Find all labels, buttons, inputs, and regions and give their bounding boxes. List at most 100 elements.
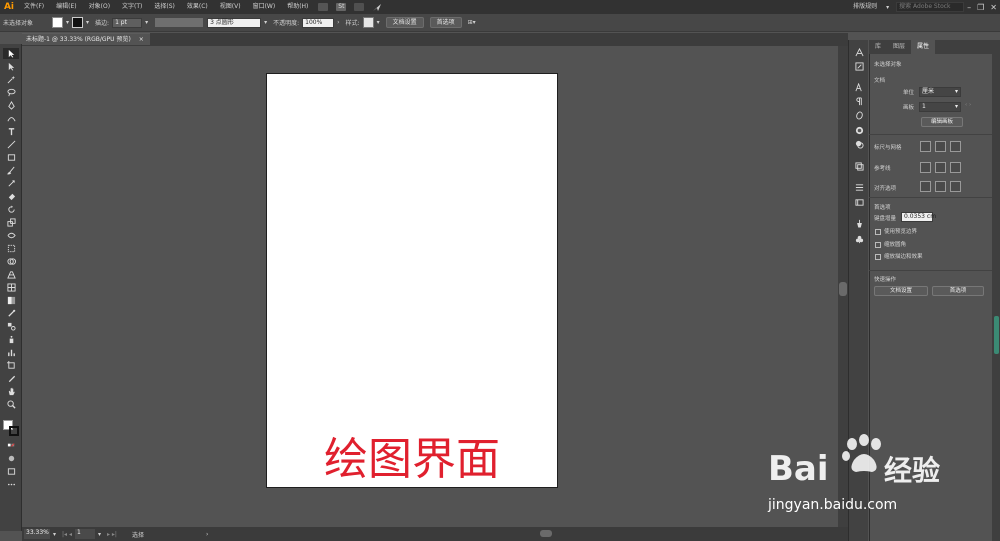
tab-libraries[interactable]: 库 <box>869 40 887 54</box>
hand-tool-icon[interactable] <box>3 386 19 397</box>
document-setup-button[interactable]: 文档设置 <box>385 17 424 28</box>
lock-guides-icon[interactable] <box>935 162 946 173</box>
chevron-right-icon[interactable]: › <box>206 531 208 538</box>
close-icon[interactable]: × <box>139 36 144 43</box>
preferences-button[interactable]: 首选项 <box>429 17 462 28</box>
menu-view[interactable]: 视图(V) <box>214 0 247 14</box>
chevron-down-icon[interactable]: ▾ <box>145 19 148 26</box>
eraser-tool-icon[interactable] <box>3 191 19 202</box>
checkbox-icon[interactable] <box>875 253 881 260</box>
selection-tool-icon[interactable] <box>3 48 19 59</box>
side-handle[interactable] <box>994 316 999 354</box>
artboard-nav-arrows[interactable]: ‹ › <box>965 102 971 108</box>
smart-guides-icon[interactable] <box>950 162 961 173</box>
slice-tool-icon[interactable] <box>3 373 19 384</box>
paintbrush-tool-icon[interactable] <box>3 165 19 176</box>
stock-search-input[interactable]: 搜索 Adobe Stock <box>896 2 965 12</box>
draw-mode-icon[interactable] <box>3 453 19 464</box>
direct-selection-tool-icon[interactable] <box>3 61 19 72</box>
symbols-icon[interactable] <box>853 233 865 245</box>
zoom-tool-icon[interactable] <box>3 399 19 410</box>
show-guides-icon[interactable] <box>920 162 931 173</box>
curvature-tool-icon[interactable] <box>3 113 19 124</box>
gpu-performance-icon[interactable] <box>372 3 382 12</box>
type-tool-icon[interactable] <box>3 126 19 137</box>
variable-width-profile[interactable] <box>155 18 204 27</box>
menu-file[interactable]: 文件(F) <box>18 0 50 14</box>
free-transform-tool-icon[interactable] <box>3 243 19 254</box>
edit-toolbar-icon[interactable] <box>3 479 19 490</box>
align-icon[interactable]: ⊞▾ <box>468 19 476 26</box>
checkbox-icon[interactable] <box>875 228 881 235</box>
close-icon[interactable]: ✕ <box>990 3 997 12</box>
transform-icon[interactable] <box>853 60 865 72</box>
opentype-icon[interactable] <box>853 109 865 121</box>
checkbox-preview-bounds[interactable]: 使用预览边界 <box>875 227 917 235</box>
menu-select[interactable]: 选择(S) <box>148 0 181 14</box>
horizontal-scroll-thumb[interactable] <box>540 530 552 537</box>
ruler-icon[interactable] <box>920 141 931 152</box>
artboard[interactable] <box>266 73 558 488</box>
align-to-artboard-icon[interactable] <box>950 181 961 192</box>
menu-window[interactable]: 窗口(W) <box>247 0 282 14</box>
checkbox-icon[interactable] <box>875 241 881 248</box>
first-artboard-icon[interactable]: |◂ ◂ <box>62 531 72 538</box>
magic-wand-tool-icon[interactable] <box>3 74 19 85</box>
menu-type[interactable]: 文字(T) <box>116 0 148 14</box>
chevron-down-icon[interactable]: ▾ <box>86 19 89 26</box>
paragraph-icon[interactable] <box>853 95 865 107</box>
quick-preferences-button[interactable]: 首选项 <box>932 286 984 296</box>
artboard-tool-icon[interactable] <box>3 360 19 371</box>
scroll-thumb[interactable] <box>839 282 847 296</box>
pen-tool-icon[interactable] <box>3 100 19 111</box>
fill-swatch[interactable] <box>52 17 63 28</box>
screen-mode-icon[interactable] <box>3 466 19 477</box>
edit-artboards-button[interactable]: 编辑画板 <box>921 117 963 127</box>
menu-edit[interactable]: 编辑(E) <box>50 0 82 14</box>
zoom-level-field[interactable]: 33.33% <box>24 529 50 539</box>
artboard-dropdown[interactable]: 1 ▾ <box>919 102 961 112</box>
color-mode-icon[interactable] <box>3 440 19 451</box>
symbol-sprayer-tool-icon[interactable] <box>3 334 19 345</box>
stroke-color-icon[interactable] <box>9 426 19 436</box>
restore-icon[interactable]: ❐ <box>977 3 984 12</box>
width-tool-icon[interactable] <box>3 230 19 241</box>
brushes-icon[interactable] <box>853 217 865 229</box>
character-icon[interactable] <box>853 81 865 93</box>
workspace-switcher[interactable]: 排版规则 <box>847 0 883 14</box>
chevron-down-icon[interactable]: ▾ <box>886 4 889 11</box>
opacity-field[interactable]: 100% <box>302 17 335 28</box>
graphic-style-swatch[interactable] <box>362 17 374 28</box>
minimize-icon[interactable]: – <box>967 3 971 12</box>
eyedropper-tool-icon[interactable] <box>3 308 19 319</box>
shaper-tool-icon[interactable] <box>3 178 19 189</box>
appearance-icon[interactable] <box>853 138 865 150</box>
keyboard-increment-field[interactable]: 0.0353 cm <box>901 212 936 222</box>
menu-effect[interactable]: 效果(C) <box>181 0 214 14</box>
column-graph-tool-icon[interactable] <box>3 347 19 358</box>
stock-icon[interactable]: St <box>336 3 347 11</box>
quick-document-setup-button[interactable]: 文档设置 <box>874 286 928 296</box>
artboard-number-field[interactable]: 1 <box>74 529 95 539</box>
asset-export-icon[interactable] <box>853 196 865 208</box>
rotate-tool-icon[interactable] <box>3 204 19 215</box>
layers-icon[interactable] <box>853 160 865 172</box>
gradient-tool-icon[interactable] <box>3 295 19 306</box>
chevron-down-icon[interactable]: ▾ <box>53 531 56 538</box>
grid-icon[interactable] <box>935 141 946 152</box>
chevron-down-icon[interactable]: ▾ <box>66 19 69 26</box>
checkbox-scale-corners[interactable]: 缩放圆角 <box>875 240 906 248</box>
units-dropdown[interactable]: 厘米 ▾ <box>919 87 961 97</box>
align-to-key-object-icon[interactable] <box>935 181 946 192</box>
mesh-tool-icon[interactable] <box>3 282 19 293</box>
document-tab[interactable]: 未标题-1 @ 33.33% (RGB/GPU 预览) × <box>22 33 150 45</box>
color-guide-icon[interactable] <box>853 124 865 136</box>
glyphs-icon[interactable] <box>853 46 865 58</box>
bridge-icon[interactable] <box>318 3 329 11</box>
perspective-grid-tool-icon[interactable] <box>3 269 19 280</box>
align-panel-icon[interactable] <box>853 181 865 193</box>
chevron-down-icon[interactable]: ▾ <box>377 19 380 26</box>
checkbox-scale-strokes[interactable]: 缩放描边和效果 <box>875 252 923 260</box>
line-tool-icon[interactable] <box>3 139 19 150</box>
next-artboard-icon[interactable]: ▸ ▸| <box>107 531 117 538</box>
